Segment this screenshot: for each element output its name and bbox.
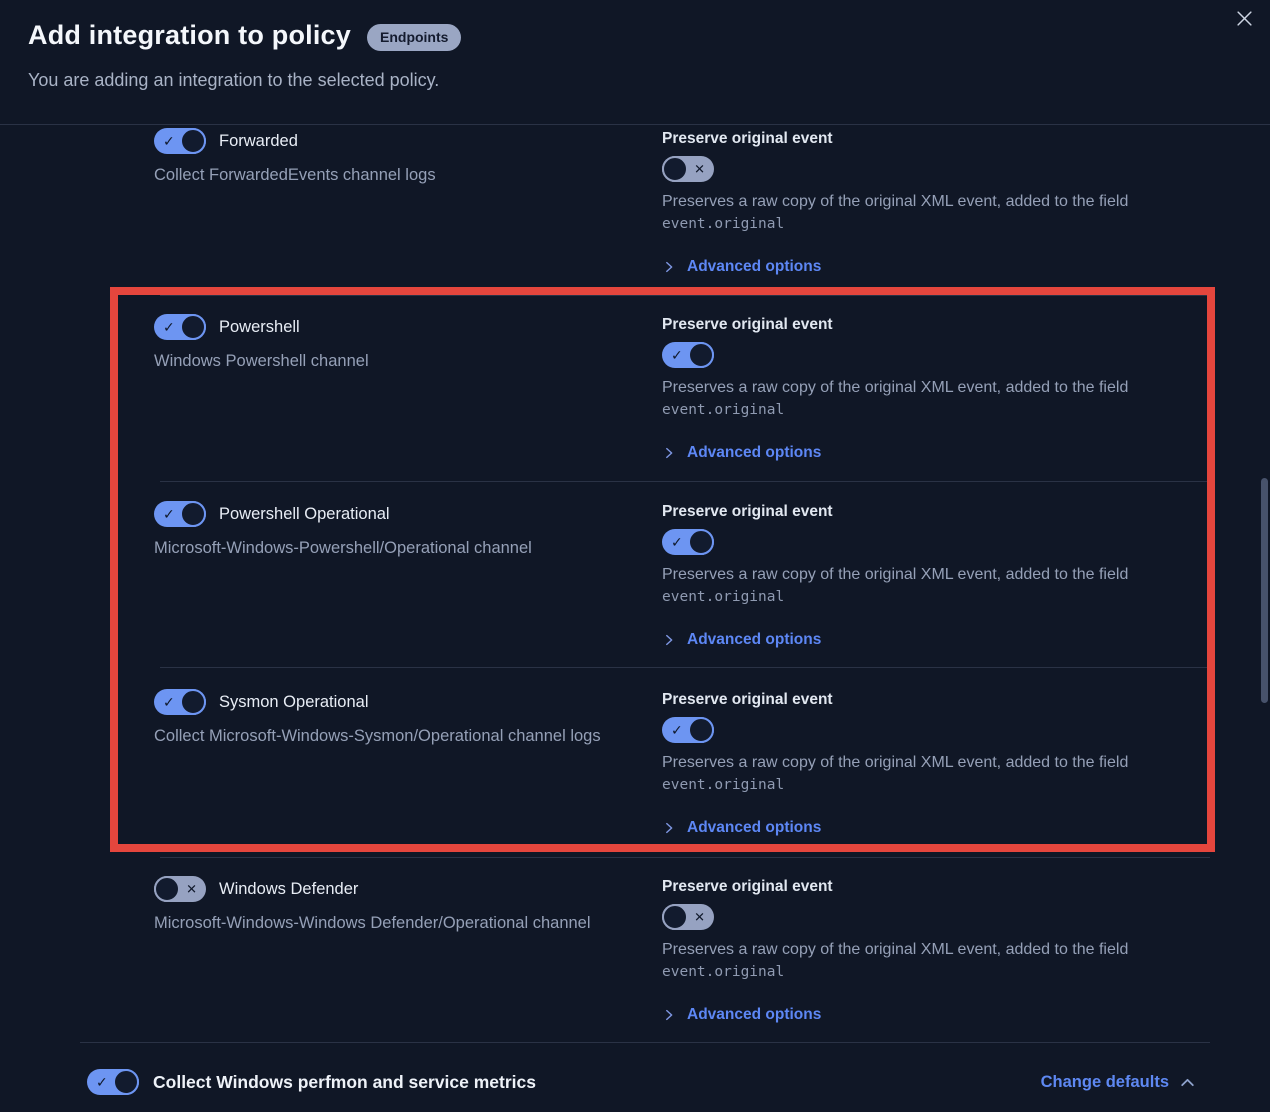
preserve-description: Preserves a raw copy of the original XML…: [662, 939, 1142, 983]
preserve-description: Preserves a raw copy of the original XML…: [662, 191, 1142, 235]
toggle-knob: [180, 314, 206, 340]
advanced-options-label: Advanced options: [687, 258, 821, 276]
powershell-toggle[interactable]: ✓ ✕: [154, 314, 206, 340]
section-divider: [80, 1042, 1210, 1043]
chevron-right-icon: [662, 633, 676, 647]
section-description: Collect ForwardedEvents channel logs: [154, 163, 632, 188]
collect-perfmon-label: Collect Windows perfmon and service metr…: [153, 1072, 536, 1093]
section-divider: [160, 667, 1210, 668]
preserve-description-text: Preserves a raw copy of the original XML…: [662, 379, 1128, 396]
preserve-description: Preserves a raw copy of the original XML…: [662, 752, 1142, 796]
toggle-knob: [180, 689, 206, 715]
powershell-preserve-toggle[interactable]: ✓ ✕: [662, 342, 714, 368]
section-label: Forwarded: [219, 132, 298, 151]
close-button[interactable]: [1228, 2, 1260, 34]
toggle-knob: [662, 156, 688, 182]
advanced-options-label: Advanced options: [687, 631, 821, 649]
section-label: Powershell: [219, 318, 300, 337]
check-icon: ✓: [671, 348, 683, 362]
scrollbar-thumb[interactable]: [1261, 478, 1268, 703]
section-description: Collect Microsoft-Windows-Sysmon/Operati…: [154, 724, 632, 749]
check-icon: ✓: [163, 695, 175, 709]
check-icon: ✓: [96, 1075, 108, 1089]
chevron-up-icon: [1179, 1074, 1196, 1091]
preserve-field-name: event.original: [662, 214, 1142, 235]
check-icon: ✓: [163, 134, 175, 148]
modal-header: Add integration to policy Endpoints: [28, 20, 461, 51]
cross-icon: ✕: [694, 911, 705, 924]
preserve-original-event-label: Preserve original event: [662, 130, 1142, 148]
powershell-operational-toggle[interactable]: ✓ ✕: [154, 501, 206, 527]
preserve-field-name: event.original: [662, 775, 1142, 796]
change-defaults-label: Change defaults: [1041, 1073, 1169, 1092]
preserve-description-text: Preserves a raw copy of the original XML…: [662, 193, 1128, 210]
preserve-original-event-label: Preserve original event: [662, 878, 1142, 896]
toggle-knob: [154, 876, 180, 902]
advanced-options-link[interactable]: Advanced options: [662, 819, 821, 837]
section-divider: [160, 481, 1210, 482]
footer-row: ✓ ✕ Collect Windows perfmon and service …: [87, 1066, 1196, 1098]
toggle-knob: [688, 717, 714, 743]
advanced-options-link[interactable]: Advanced options: [662, 444, 821, 462]
preserve-original-event-label: Preserve original event: [662, 316, 1142, 334]
preserve-field-name: event.original: [662, 587, 1142, 608]
preserve-description-text: Preserves a raw copy of the original XML…: [662, 941, 1128, 958]
page-title: Add integration to policy: [28, 20, 351, 51]
section-divider: [160, 295, 1210, 296]
sysmon-operational-preserve-toggle[interactable]: ✓ ✕: [662, 717, 714, 743]
advanced-options-label: Advanced options: [687, 1006, 821, 1024]
preserve-description-text: Preserves a raw copy of the original XML…: [662, 566, 1128, 583]
section-label: Powershell Operational: [219, 505, 390, 524]
check-icon: ✓: [163, 320, 175, 334]
section-label: Windows Defender: [219, 880, 358, 899]
check-icon: ✓: [671, 723, 683, 737]
change-defaults-link[interactable]: Change defaults: [1041, 1073, 1196, 1092]
chevron-right-icon: [662, 260, 676, 274]
cross-icon: ✕: [186, 883, 197, 896]
advanced-options-link[interactable]: Advanced options: [662, 258, 821, 276]
preserve-field-name: event.original: [662, 962, 1142, 983]
toggle-knob: [113, 1069, 139, 1095]
section-description: Microsoft-Windows-Powershell/Operational…: [154, 536, 632, 561]
toggle-knob: [688, 342, 714, 368]
close-icon: [1236, 10, 1253, 27]
check-icon: ✓: [163, 507, 175, 521]
preserve-description: Preserves a raw copy of the original XML…: [662, 377, 1142, 421]
check-icon: ✓: [671, 535, 683, 549]
preserve-original-event-label: Preserve original event: [662, 691, 1142, 709]
powershell-operational-preserve-toggle[interactable]: ✓ ✕: [662, 529, 714, 555]
endpoints-badge: Endpoints: [367, 24, 461, 50]
chevron-right-icon: [662, 446, 676, 460]
forwarded-toggle[interactable]: ✓ ✕: [154, 128, 206, 154]
windows-defender-toggle[interactable]: ✓ ✕: [154, 876, 206, 902]
windows-defender-preserve-toggle[interactable]: ✓ ✕: [662, 904, 714, 930]
toggle-knob: [180, 501, 206, 527]
advanced-options-label: Advanced options: [687, 819, 821, 837]
collect-perfmon-toggle[interactable]: ✓ ✕: [87, 1069, 139, 1095]
preserve-description-text: Preserves a raw copy of the original XML…: [662, 754, 1128, 771]
advanced-options-label: Advanced options: [687, 444, 821, 462]
modal-subtitle: You are adding an integration to the sel…: [28, 70, 439, 91]
add-integration-modal: Add integration to policy Endpoints You …: [0, 0, 1270, 1112]
advanced-options-link[interactable]: Advanced options: [662, 631, 821, 649]
section-label: Sysmon Operational: [219, 693, 369, 712]
header-divider: [0, 124, 1270, 125]
forwarded-preserve-toggle[interactable]: ✓ ✕: [662, 156, 714, 182]
advanced-options-link[interactable]: Advanced options: [662, 1006, 821, 1024]
chevron-right-icon: [662, 821, 676, 835]
chevron-right-icon: [662, 1008, 676, 1022]
toggle-knob: [662, 904, 688, 930]
toggle-knob: [688, 529, 714, 555]
toggle-knob: [180, 128, 206, 154]
preserve-original-event-label: Preserve original event: [662, 503, 1142, 521]
section-description: Windows Powershell channel: [154, 349, 632, 374]
section-description: Microsoft-Windows-Windows Defender/Opera…: [154, 911, 632, 936]
section-divider: [160, 857, 1210, 858]
preserve-field-name: event.original: [662, 400, 1142, 421]
preserve-description: Preserves a raw copy of the original XML…: [662, 564, 1142, 608]
cross-icon: ✕: [694, 163, 705, 176]
sysmon-operational-toggle[interactable]: ✓ ✕: [154, 689, 206, 715]
